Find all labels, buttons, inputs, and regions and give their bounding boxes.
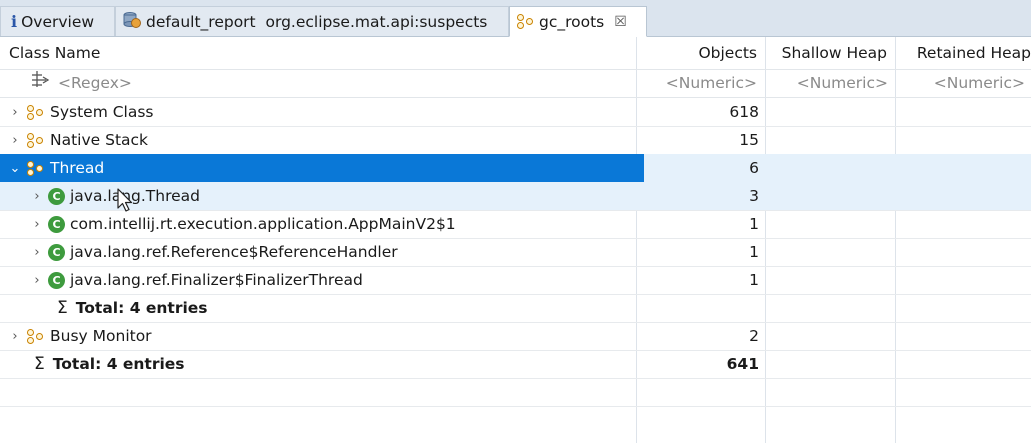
expand-chevron-icon[interactable]: › (30, 245, 44, 260)
column-header-objects[interactable]: Objects (637, 37, 757, 69)
info-icon: i (11, 12, 18, 31)
objects-value: 2 (749, 327, 759, 345)
expand-chevron-icon[interactable]: › (30, 273, 44, 288)
row-label: Total: 4 entries (75, 299, 208, 317)
gc-roots-icon (516, 13, 535, 30)
regex-filter-input[interactable]: <Regex> (30, 69, 630, 97)
table-row[interactable]: › System Class 618 (0, 98, 1031, 127)
objects-value (637, 294, 759, 322)
column-header-shallow-heap[interactable]: Shallow Heap (766, 37, 887, 69)
objects-value: 15 (739, 131, 759, 149)
table-row-selected[interactable]: ⌄ Thread 6 (0, 154, 1031, 183)
report-icon (122, 10, 142, 34)
expand-chevron-icon[interactable]: › (8, 133, 22, 148)
regex-filter-placeholder: <Regex> (58, 74, 132, 92)
expand-chevron-icon[interactable]: › (8, 105, 22, 120)
tab-gc-roots[interactable]: gc_roots ☒ (509, 6, 647, 37)
table-header: Class Name Objects Shallow Heap Retained… (0, 37, 1031, 70)
mouse-cursor-icon (117, 188, 133, 212)
editor-tab-bar: i Overview default_report org.eclipse.ma… (0, 0, 1031, 37)
row-label: java.lang.ref.Reference$ReferenceHandler (70, 243, 398, 261)
collapse-chevron-icon[interactable]: ⌄ (8, 161, 22, 176)
gc-root-icon (26, 160, 45, 177)
empty-row (0, 406, 1031, 434)
retained-heap-filter-input[interactable]: <Numeric> (896, 69, 1025, 97)
row-label: java.lang.ref.Finalizer$FinalizerThread (70, 271, 363, 289)
tab-label: default_report org.eclipse.mat.api:suspe… (146, 12, 488, 31)
sigma-icon: Σ (57, 298, 68, 318)
shallow-heap-filter-input[interactable]: <Numeric> (766, 69, 888, 97)
objects-value: 1 (749, 215, 759, 233)
column-header-retained-heap[interactable]: Retained Heap (896, 37, 1031, 69)
close-tab-icon[interactable]: ☒ (614, 14, 627, 30)
class-icon: C (48, 215, 65, 233)
tab-default-report[interactable]: default_report org.eclipse.mat.api:suspe… (115, 6, 509, 36)
table-row[interactable]: › C java.lang.ref.Reference$ReferenceHan… (0, 238, 1031, 267)
table-row[interactable]: › C java.lang.Thread 3 (0, 182, 1031, 211)
expand-chevron-icon[interactable]: › (8, 329, 22, 344)
gc-root-icon (26, 132, 45, 149)
row-label: Thread (50, 159, 105, 177)
table-row[interactable]: › Busy Monitor 2 (0, 322, 1031, 351)
class-icon: C (48, 271, 65, 289)
row-label: java.lang.Thread (70, 187, 200, 205)
gc-roots-table: Class Name Objects Shallow Heap Retained… (0, 37, 1031, 443)
objects-value: 641 (726, 355, 759, 373)
tab-overview[interactable]: i Overview (0, 6, 115, 36)
table-row[interactable]: › C com.intellij.rt.execution.applicatio… (0, 210, 1031, 239)
class-icon: C (48, 243, 65, 261)
filter-row: <Regex> <Numeric> <Numeric> <Numeric> (0, 69, 1031, 98)
table-row-total: Σ Total: 4 entries (0, 294, 1031, 323)
objects-value: 6 (749, 159, 759, 177)
objects-value: 618 (729, 103, 759, 121)
tab-label: gc_roots (539, 12, 605, 31)
expand-chevron-icon[interactable]: › (30, 189, 44, 204)
filter-icon (30, 69, 52, 97)
column-header-class-name[interactable]: Class Name (9, 37, 629, 69)
row-label: System Class (50, 103, 154, 121)
table-row-total: Σ Total: 4 entries 641 (0, 350, 1031, 379)
row-label: Total: 4 entries (52, 355, 185, 373)
expand-chevron-icon[interactable]: › (30, 217, 44, 232)
tab-label: Overview (21, 12, 95, 31)
class-icon: C (48, 187, 65, 205)
table-row[interactable]: › C java.lang.ref.Finalizer$FinalizerThr… (0, 266, 1031, 295)
objects-value: 1 (749, 243, 759, 261)
sigma-icon: Σ (34, 354, 45, 374)
objects-value: 1 (749, 271, 759, 289)
row-label: Native Stack (50, 131, 149, 149)
objects-value: 3 (749, 187, 759, 205)
table-row[interactable]: › Native Stack 15 (0, 126, 1031, 155)
objects-filter-input[interactable]: <Numeric> (637, 69, 757, 97)
row-label: com.intellij.rt.execution.application.Ap… (70, 215, 456, 233)
gc-root-icon (26, 328, 45, 345)
row-label: Busy Monitor (50, 327, 152, 345)
gc-root-icon (26, 104, 45, 121)
empty-row (0, 378, 1031, 407)
